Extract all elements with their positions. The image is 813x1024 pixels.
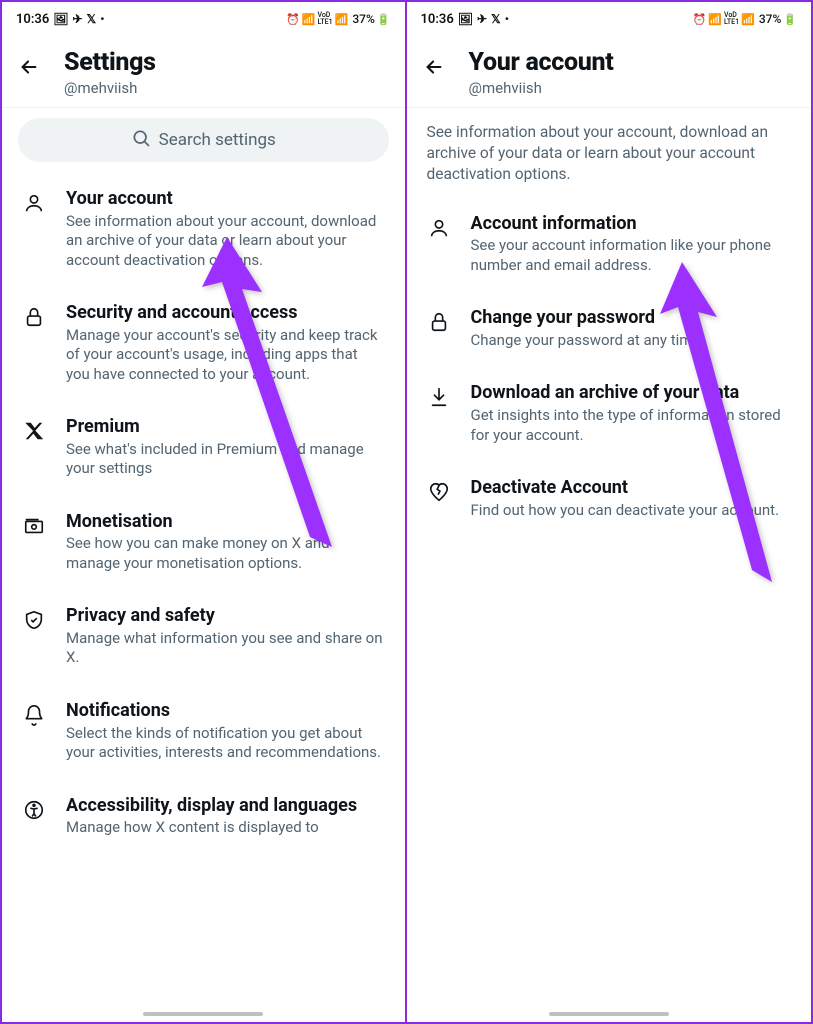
image-icon: 🖼 [53, 12, 68, 26]
wifi-icon: 📶 [708, 13, 722, 26]
person-icon [22, 188, 46, 214]
status-bar: 10:36 🖼 ✈ 𝕏 • ⏰ 📶 VoDLTE1 📶 37% 🔋 [407, 2, 812, 32]
back-button[interactable] [18, 48, 40, 82]
signal-icon: 📶 [741, 13, 755, 26]
dot-icon: • [100, 12, 104, 26]
signal-icon: 📶 [335, 13, 349, 26]
shield-icon [22, 605, 46, 631]
status-time: 10:36 [16, 12, 49, 27]
status-time: 10:36 [421, 12, 454, 27]
money-icon [22, 511, 46, 537]
item-premium[interactable]: PremiumSee what's included in Premium an… [2, 400, 405, 495]
person-icon [427, 213, 451, 239]
header: Your account @mehviish [407, 32, 812, 107]
settings-list: Your accountSee information about your a… [2, 168, 405, 854]
item-account-information[interactable]: Account informationSee your account info… [407, 197, 812, 292]
alarm-icon: ⏰ [693, 13, 707, 26]
page-title: Your account [469, 48, 614, 77]
item-deactivate[interactable]: Deactivate AccountFind out how you can d… [407, 461, 812, 536]
item-download-archive[interactable]: Download an archive of your dataGet insi… [407, 366, 812, 461]
x-icon: 𝕏 [491, 12, 501, 26]
battery-percent: 37% [352, 12, 374, 26]
screen-your-account: 10:36 🖼 ✈ 𝕏 • ⏰ 📶 VoDLTE1 📶 37% 🔋 Your a… [407, 0, 813, 1024]
download-icon [427, 382, 451, 408]
x-logo-icon [22, 416, 46, 442]
x-icon: 𝕏 [87, 12, 97, 26]
handle: @mehviish [64, 79, 156, 97]
key-icon [427, 307, 451, 333]
item-change-password[interactable]: Change your passwordChange your password… [407, 291, 812, 366]
accessibility-icon [22, 795, 46, 821]
item-your-account[interactable]: Your accountSee information about your a… [2, 172, 405, 286]
search-icon [131, 128, 151, 153]
telegram-icon: ✈ [477, 12, 487, 26]
handle: @mehviish [469, 79, 614, 97]
intro-text: See information about your account, down… [407, 108, 812, 193]
image-icon: 🖼 [458, 12, 473, 26]
telegram-icon: ✈ [72, 12, 82, 26]
battery-icon: 🔋 [783, 13, 797, 26]
header: Settings @mehviish [2, 32, 405, 107]
item-notifications[interactable]: NotificationsSelect the kinds of notific… [2, 684, 405, 779]
bell-icon [22, 700, 46, 726]
item-accessibility[interactable]: Accessibility, display and languagesMana… [2, 779, 405, 854]
broken-heart-icon [427, 477, 451, 503]
item-privacy[interactable]: Privacy and safetyManage what informatio… [2, 589, 405, 684]
battery-icon: 🔋 [377, 13, 391, 26]
home-indicator[interactable] [549, 1012, 669, 1016]
screen-settings: 10:36 🖼 ✈ 𝕏 • ⏰ 📶 VoDLTE1 📶 37% 🔋 Settin… [0, 0, 407, 1024]
search-placeholder: Search settings [159, 130, 276, 150]
dot-icon: • [505, 12, 509, 26]
page-title: Settings [64, 48, 156, 77]
alarm-icon: ⏰ [286, 13, 300, 26]
status-bar: 10:36 🖼 ✈ 𝕏 • ⏰ 📶 VoDLTE1 📶 37% 🔋 [2, 2, 405, 32]
wifi-icon: 📶 [302, 13, 316, 26]
account-list: Account informationSee your account info… [407, 193, 812, 536]
back-button[interactable] [423, 48, 445, 82]
item-monetisation[interactable]: MonetisationSee how you can make money o… [2, 495, 405, 590]
battery-percent: 37% [759, 12, 781, 26]
search-input[interactable]: Search settings [18, 118, 389, 162]
volte-icon: VoDLTE1 [317, 12, 332, 26]
volte-icon: VoDLTE1 [724, 12, 739, 26]
item-security[interactable]: Security and account accessManage your a… [2, 286, 405, 400]
home-indicator[interactable] [143, 1012, 263, 1016]
lock-icon [22, 302, 46, 328]
